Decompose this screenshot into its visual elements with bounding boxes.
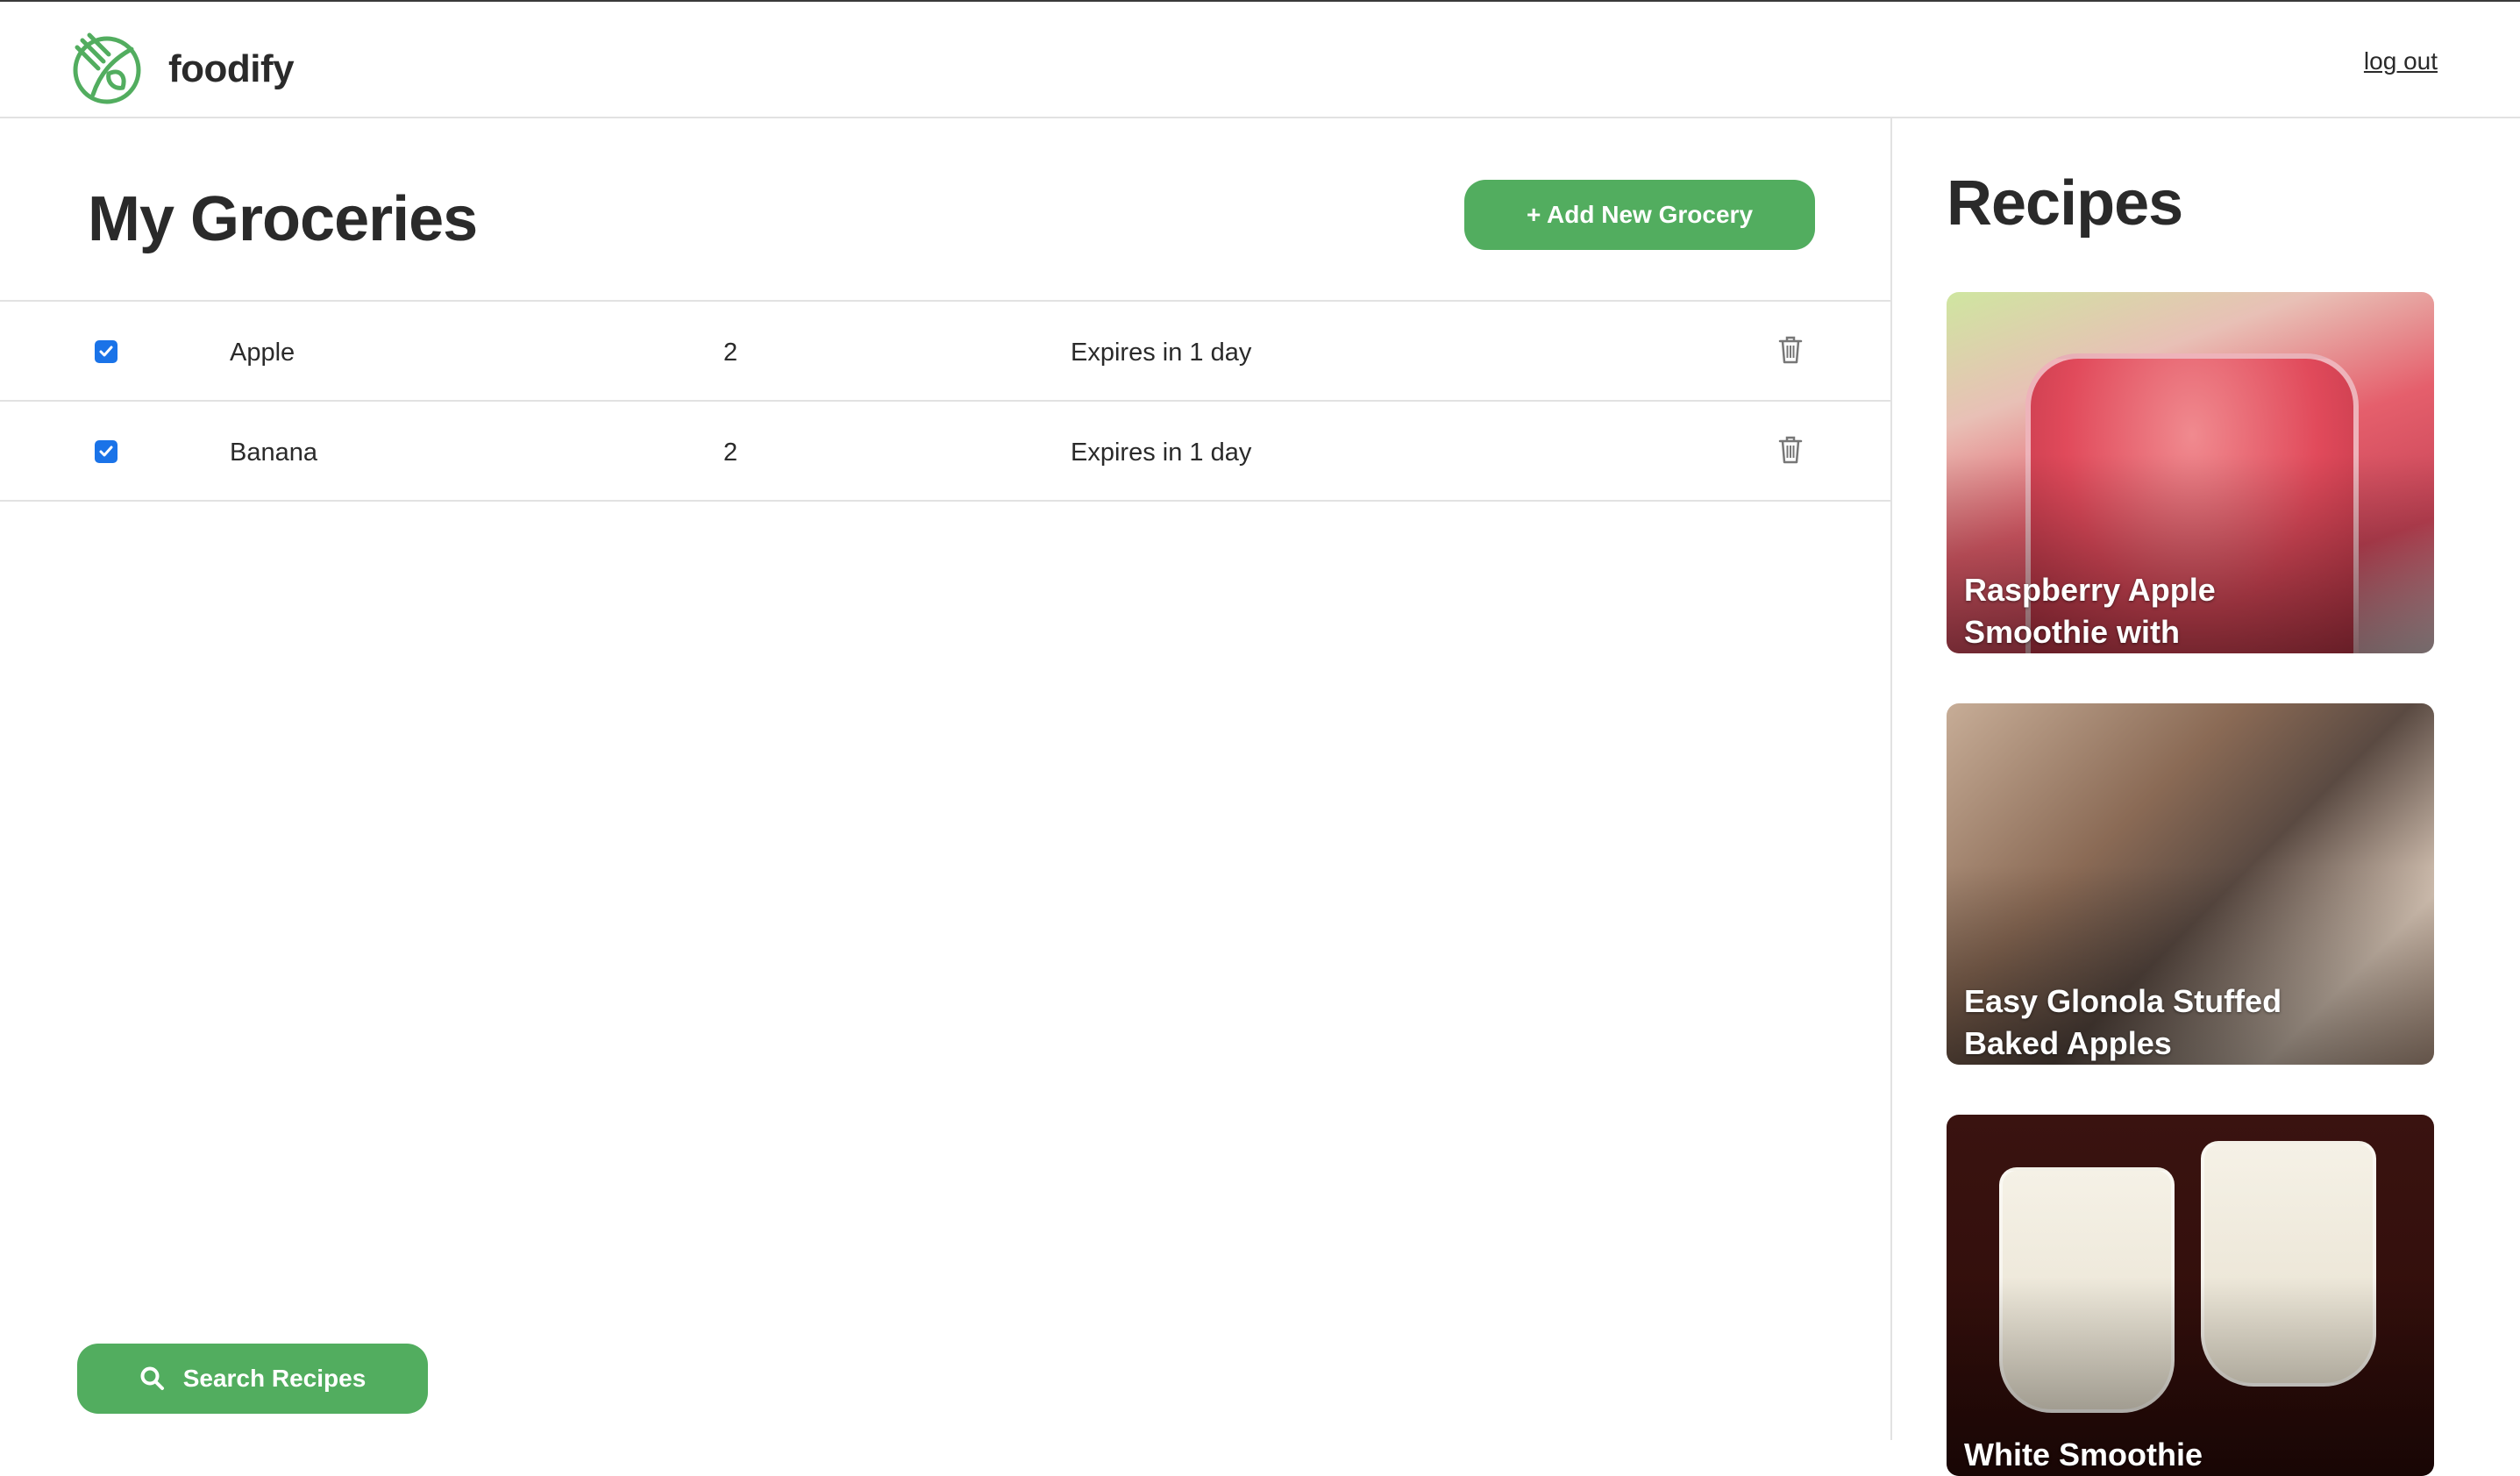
recipes-sidebar: Recipes Raspberry Apple Smoothie with Ea… xyxy=(1894,118,2520,1476)
check-icon xyxy=(99,346,113,357)
check-icon xyxy=(99,446,113,457)
grocery-list: Apple 2 Expires in 1 day Banana 2 Expire… xyxy=(0,300,1892,502)
groceries-panel: My Groceries + Add New Grocery Apple 2 E… xyxy=(0,118,1892,1440)
recipe-card[interactable]: Easy Glonola Stuffed Baked Apples xyxy=(1947,703,2434,1065)
foodify-logo-icon[interactable] xyxy=(68,30,146,107)
recipes-title: Recipes xyxy=(1947,168,2183,239)
logout-link[interactable]: log out xyxy=(2364,47,2438,75)
grocery-expiry: Expires in 1 day xyxy=(1071,439,1252,467)
grocery-quantity: 2 xyxy=(723,439,738,467)
grocery-row: Banana 2 Expires in 1 day xyxy=(0,402,1892,502)
add-new-grocery-button[interactable]: + Add New Grocery xyxy=(1464,180,1815,250)
grocery-checkbox[interactable] xyxy=(95,340,117,363)
brand-name[interactable]: foodify xyxy=(168,47,295,91)
grocery-row: Apple 2 Expires in 1 day xyxy=(0,302,1892,402)
recipe-card-title: Easy Glonola Stuffed Baked Apples xyxy=(1964,983,2282,1061)
recipe-card[interactable]: Raspberry Apple Smoothie with xyxy=(1947,292,2434,653)
grocery-checkbox[interactable] xyxy=(95,440,117,463)
trash-icon[interactable] xyxy=(1777,335,1804,365)
search-recipes-button[interactable]: Search Recipes xyxy=(77,1344,428,1414)
grocery-quantity: 2 xyxy=(723,339,738,367)
search-icon xyxy=(140,1366,164,1390)
grocery-name: Apple xyxy=(230,339,295,367)
grocery-expiry: Expires in 1 day xyxy=(1071,339,1252,367)
app-header: foodify log out xyxy=(0,2,2520,118)
recipe-card-title: White Smoothie xyxy=(1964,1437,2203,1472)
recipe-card-title: Raspberry Apple Smoothie with xyxy=(1964,572,2216,650)
recipe-card[interactable]: White Smoothie xyxy=(1947,1115,2434,1476)
page-title: My Groceries xyxy=(88,184,478,254)
trash-icon[interactable] xyxy=(1777,435,1804,465)
search-recipes-label: Search Recipes xyxy=(182,1365,367,1392)
grocery-name: Banana xyxy=(230,439,317,467)
